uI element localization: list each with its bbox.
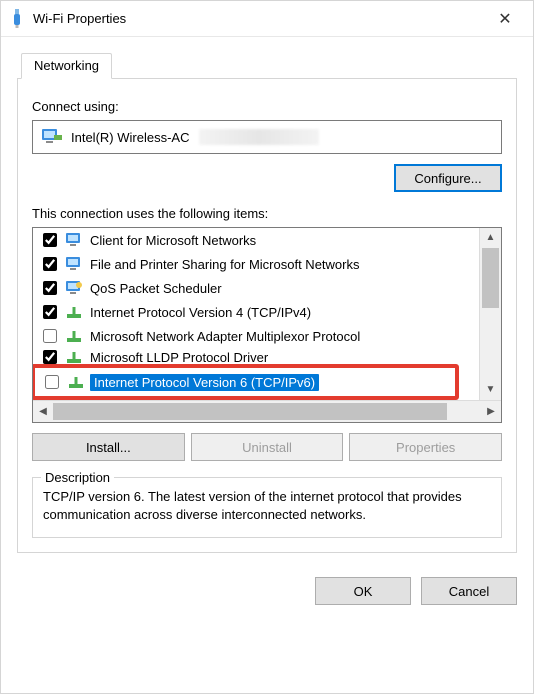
uninstall-button: Uninstall	[191, 433, 344, 461]
adapter-name: Intel(R) Wireless-AC	[71, 130, 189, 145]
item-checkbox[interactable]	[43, 305, 57, 319]
item-label: Microsoft Network Adapter Multiplexor Pr…	[88, 329, 360, 344]
item-label: Microsoft LLDP Protocol Driver	[88, 350, 268, 365]
protocol-icon	[64, 348, 84, 366]
item-checkbox[interactable]	[43, 257, 57, 271]
description-group: Description TCP/IP version 6. The latest…	[32, 477, 502, 538]
cancel-button[interactable]: Cancel	[421, 577, 517, 605]
list-item[interactable]: Client for Microsoft Networks	[33, 228, 479, 252]
tab-strip: Networking	[17, 51, 517, 79]
scroll-left-icon[interactable]: ◀	[33, 406, 53, 417]
window-title: Wi-Fi Properties	[33, 11, 126, 26]
item-label: Internet Protocol Version 4 (TCP/IPv4)	[88, 305, 311, 320]
networking-panel: Connect using: Intel(R) Wireless-AC Conf…	[17, 79, 517, 553]
scroll-thumb[interactable]	[482, 248, 499, 308]
close-button[interactable]: ✕	[485, 9, 525, 29]
list-item[interactable]: Internet Protocol Version 6 (TCP/IPv6)	[35, 368, 455, 396]
item-checkbox[interactable]	[43, 329, 57, 343]
adapter-field: Intel(R) Wireless-AC	[32, 120, 502, 154]
adapter-name-redacted	[199, 129, 319, 145]
scroll-up-icon[interactable]: ▲	[486, 228, 496, 248]
scroll-down-icon[interactable]: ▼	[486, 380, 496, 400]
install-button[interactable]: Install...	[32, 433, 185, 461]
list-item[interactable]: QoS Packet Scheduler	[33, 276, 479, 300]
horizontal-scrollbar[interactable]: ◀ ▶	[33, 400, 501, 422]
tab-networking[interactable]: Networking	[21, 53, 112, 79]
item-label: File and Printer Sharing for Microsoft N…	[88, 257, 359, 272]
item-label: Internet Protocol Version 6 (TCP/IPv6)	[90, 374, 319, 391]
list-item[interactable]: Internet Protocol Version 4 (TCP/IPv4)	[33, 300, 479, 324]
highlight-annotation: Internet Protocol Version 6 (TCP/IPv6)	[33, 364, 459, 400]
configure-button[interactable]: Configure...	[394, 164, 502, 192]
scroll-right-icon[interactable]: ▶	[481, 406, 501, 417]
ok-button[interactable]: OK	[315, 577, 411, 605]
protocol-icon	[64, 327, 84, 345]
items-label: This connection uses the following items…	[32, 206, 502, 221]
protocol-icon	[64, 303, 84, 321]
scroll-thumb[interactable]	[53, 403, 447, 420]
item-label: QoS Packet Scheduler	[88, 281, 222, 296]
item-checkbox[interactable]	[43, 281, 57, 295]
item-label: Client for Microsoft Networks	[88, 233, 256, 248]
item-checkbox[interactable]	[43, 350, 57, 364]
vertical-scrollbar[interactable]: ▲ ▼	[479, 228, 501, 400]
app-icon	[9, 9, 25, 29]
connect-using-label: Connect using:	[32, 99, 502, 114]
monitor-icon	[64, 279, 84, 297]
protocol-icon	[66, 373, 86, 391]
item-checkbox[interactable]	[45, 375, 59, 389]
components-listbox[interactable]: Client for Microsoft Networks File and P…	[32, 227, 502, 423]
description-legend: Description	[41, 469, 114, 487]
monitor-icon	[64, 255, 84, 273]
monitor-icon	[64, 231, 84, 249]
list-item[interactable]: Microsoft Network Adapter Multiplexor Pr…	[33, 324, 479, 348]
dialog-footer: OK Cancel	[1, 563, 533, 619]
titlebar: Wi-Fi Properties ✕	[1, 1, 533, 37]
description-text: TCP/IP version 6. The latest version of …	[43, 488, 491, 523]
nic-icon	[41, 127, 63, 148]
wifi-properties-dialog: Wi-Fi Properties ✕ Networking Connect us…	[0, 0, 534, 694]
properties-button: Properties	[349, 433, 502, 461]
item-checkbox[interactable]	[43, 233, 57, 247]
list-item[interactable]: File and Printer Sharing for Microsoft N…	[33, 252, 479, 276]
